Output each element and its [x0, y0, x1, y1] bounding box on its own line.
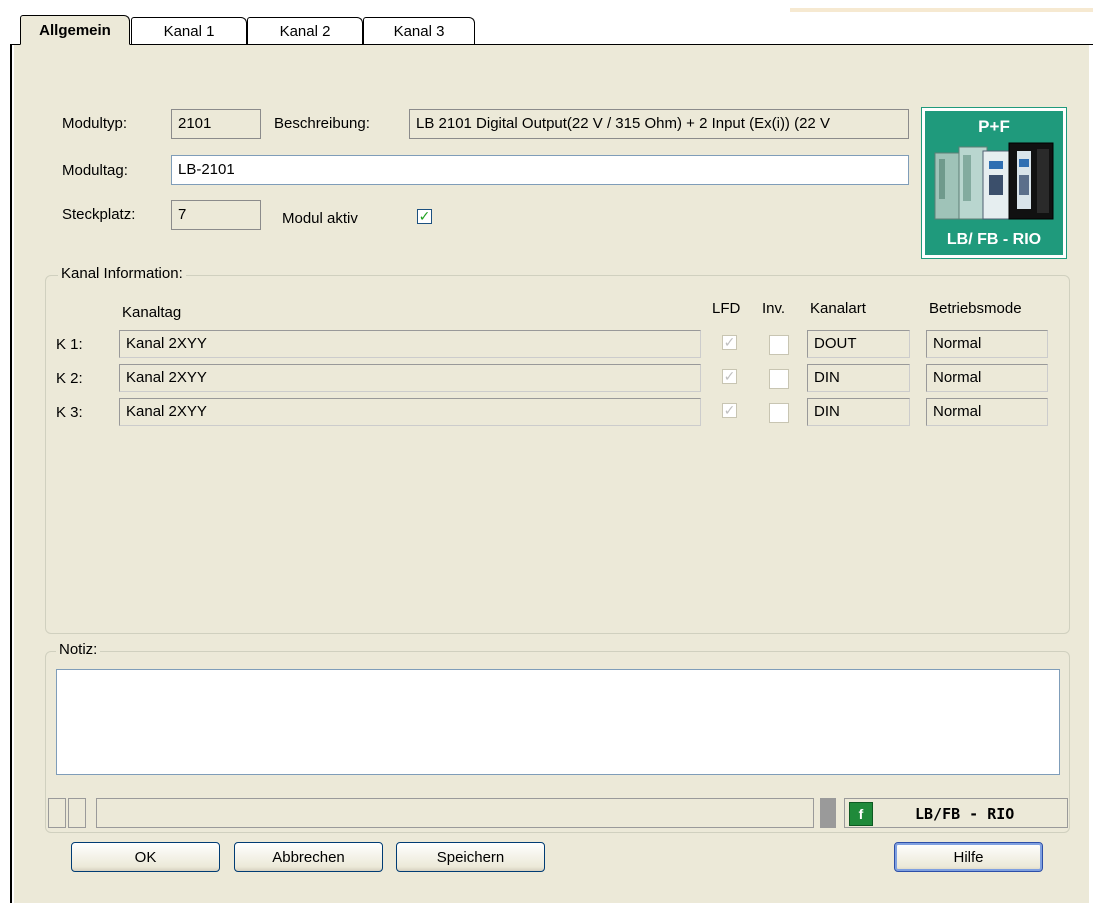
row-1-id: K 1: — [56, 336, 83, 353]
kanal-information-title: Kanal Information: — [58, 265, 186, 282]
notiz-textarea[interactable] — [56, 669, 1060, 775]
speichern-button[interactable]: Speichern — [396, 842, 545, 872]
status-indicator-2 — [68, 798, 86, 828]
row-1-lfd-checkbox[interactable]: ✓ — [722, 334, 737, 350]
status-brand-text: LB/FB - RIO — [915, 805, 1015, 823]
abbrechen-button-label: Abbrechen — [272, 848, 345, 866]
checkmark-icon: ✓ — [723, 368, 736, 384]
module-rack-icon — [934, 142, 1054, 220]
hilfe-button-label: Hilfe — [953, 848, 984, 866]
logo-bottom-text: LB/ FB - RIO — [946, 231, 1042, 248]
tab-allgemein-label: Allgemein — [39, 21, 111, 39]
header-betriebsmode: Betriebsmode — [929, 300, 1022, 317]
header-lfd: LFD — [712, 300, 741, 317]
header-kanalart: Kanalart — [810, 300, 866, 317]
row-1-kanalart-field: DOUT — [807, 330, 910, 358]
tab-kanal-2-label: Kanal 2 — [279, 22, 331, 40]
pf-brand-icon: f — [849, 802, 873, 826]
row-2-betriebsmode-field: Normal — [926, 364, 1048, 392]
checkmark-icon: ✓ — [723, 334, 736, 350]
tab-panel-allgemein: Modultyp: 2101 Beschreibung: LB 2101 Dig… — [14, 45, 1090, 903]
row-2-kanalart-field: DIN — [807, 364, 910, 392]
status-indicator-3 — [820, 798, 836, 828]
ok-button[interactable]: OK — [71, 842, 220, 872]
row-3-kanalart-field: DIN — [807, 398, 910, 426]
hilfe-button[interactable]: Hilfe — [894, 842, 1043, 872]
tab-kanal-1[interactable]: Kanal 1 — [131, 17, 247, 44]
modultyp-label: Modultyp: — [62, 115, 128, 132]
row-2-lfd-checkbox[interactable]: ✓ — [722, 368, 737, 384]
top-accent-strip — [790, 8, 1093, 12]
ok-button-label: OK — [134, 848, 157, 866]
modultyp-field: 2101 — [171, 109, 261, 139]
row-3-kanaltag-field[interactable]: Kanal 2XYY — [119, 398, 701, 426]
tab-kanal-1-label: Kanal 1 — [163, 22, 215, 40]
product-logo: P+F LB/ FB - RIO — [921, 107, 1067, 259]
modul-aktiv-checkbox[interactable]: ✓ — [417, 208, 432, 224]
row-3-id: K 3: — [56, 404, 83, 421]
kanal-information-group — [45, 275, 1070, 634]
beschreibung-label: Beschreibung: — [274, 115, 370, 132]
steckplatz-field: 7 — [171, 200, 261, 230]
modultag-label: Modultag: — [62, 162, 128, 179]
status-brand-box: f LB/FB - RIO — [844, 798, 1068, 828]
modultag-input[interactable]: LB-2101 — [171, 155, 909, 185]
row-1-kanaltag-field[interactable]: Kanal 2XYY — [119, 330, 701, 358]
header-kanaltag: Kanaltag — [122, 304, 182, 321]
row-2-inv-checkbox[interactable] — [769, 369, 789, 389]
modul-aktiv-label: Modul aktiv — [282, 210, 358, 227]
beschreibung-field: LB 2101 Digital Output(22 V / 315 Ohm) +… — [409, 109, 909, 139]
notiz-title: Notiz: — [56, 641, 101, 658]
speichern-button-label: Speichern — [436, 848, 505, 866]
checkmark-icon: ✓ — [418, 208, 431, 224]
status-indicator-1 — [48, 798, 66, 828]
checkmark-icon: ✓ — [723, 402, 736, 418]
logo-top-text: P+F — [978, 117, 1010, 136]
row-3-betriebsmode-field: Normal — [926, 398, 1048, 426]
tab-kanal-3[interactable]: Kanal 3 — [363, 17, 475, 44]
abbrechen-button[interactable]: Abbrechen — [234, 842, 383, 872]
row-1-betriebsmode-field: Normal — [926, 330, 1048, 358]
row-2-id: K 2: — [56, 370, 83, 387]
window-left-border — [10, 44, 12, 903]
row-3-inv-checkbox[interactable] — [769, 403, 789, 423]
steckplatz-label: Steckplatz: — [62, 206, 136, 223]
row-3-lfd-checkbox[interactable]: ✓ — [722, 402, 737, 418]
status-message-field — [96, 798, 814, 828]
tab-kanal-2[interactable]: Kanal 2 — [247, 17, 363, 44]
row-2-kanaltag-field[interactable]: Kanal 2XYY — [119, 364, 701, 392]
row-1-inv-checkbox[interactable] — [769, 335, 789, 355]
header-inv: Inv. — [762, 300, 786, 317]
tab-kanal-3-label: Kanal 3 — [393, 22, 445, 40]
tab-allgemein[interactable]: Allgemein — [20, 15, 130, 45]
